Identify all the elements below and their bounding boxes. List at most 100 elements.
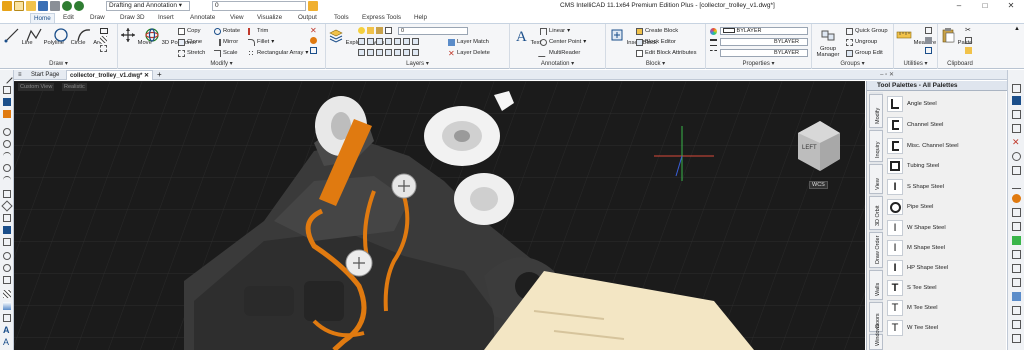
fillet-dropdown-icon[interactable]: ▾ — [271, 38, 274, 46]
donut-tool-icon[interactable] — [3, 140, 11, 148]
layer-off-icon[interactable] — [385, 38, 392, 45]
layer-unlock-icon[interactable] — [367, 49, 374, 56]
polygon-tool-icon[interactable] — [1, 200, 13, 212]
palette-item-misc-channel-steel[interactable]: Misc. Channel Steel — [887, 137, 959, 155]
rectangular-array-button[interactable]: Rectangular Array ▾ — [248, 49, 308, 57]
group-manager-button[interactable]: Group Manager — [814, 27, 842, 58]
properties-group-label[interactable]: Properties ▾ — [706, 61, 811, 68]
layer-unisolate-icon[interactable] — [376, 38, 383, 45]
palette-item-w-tee-steel[interactable]: T W Tee Steel — [887, 319, 938, 337]
polyline-tool-icon[interactable] — [3, 86, 11, 94]
layer-lock-tool-icon[interactable] — [358, 49, 365, 56]
text-button[interactable]: A Text — [513, 27, 541, 46]
block-tool-icon[interactable] — [3, 314, 11, 322]
extend-tool-icon[interactable] — [1012, 236, 1021, 245]
color-select[interactable]: BYLAYER — [720, 27, 808, 35]
center-point-button[interactable]: Center Point ▾ — [540, 38, 586, 46]
linetype-icon[interactable] — [710, 50, 717, 57]
view-name-label[interactable]: Custom View — [18, 83, 55, 91]
layer-freeze-tool-icon[interactable] — [403, 38, 410, 45]
palette-item-m-tee-steel[interactable]: T M Tee Steel — [887, 299, 938, 317]
layer-merge-icon[interactable] — [403, 49, 410, 56]
explode-icon[interactable] — [310, 37, 317, 44]
match-brush-icon[interactable] — [965, 47, 972, 54]
draw-tool-icon[interactable] — [3, 110, 11, 118]
new-icon[interactable] — [14, 1, 24, 11]
tab-start-page[interactable]: Start Page — [28, 70, 62, 80]
linear-dimension-button[interactable]: Linear ▾ — [540, 27, 570, 35]
insert-block-button[interactable]: Insert Block — [609, 27, 657, 46]
utilities-group-label[interactable]: Utilities ▾ — [894, 61, 937, 68]
palette-item-hp-shape-steel[interactable]: I HP Shape Steel — [887, 259, 948, 277]
create-block-button[interactable]: Create Block — [636, 27, 678, 35]
color-wheel-icon[interactable] — [710, 28, 717, 35]
wipeout-tool-icon[interactable] — [3, 238, 11, 246]
draw-group-label[interactable]: Draw ▾ — [0, 61, 117, 68]
polyline-button[interactable]: Polyline — [26, 27, 64, 46]
palette-item-pipe-steel[interactable]: Pipe Steel — [887, 198, 933, 216]
layer-on-icon[interactable] — [358, 27, 365, 34]
quick-group-button[interactable]: Quick Group — [846, 27, 888, 35]
drawing-viewport[interactable]: Custom View Realistic LEFT WCS — [14, 81, 865, 350]
palette-item-channel-steel[interactable]: Channel Steel — [887, 116, 943, 134]
linear-dropdown-icon[interactable]: ▾ — [567, 27, 570, 35]
offset-tool-icon[interactable] — [1012, 208, 1021, 217]
groups-group-label[interactable]: Groups ▾ — [812, 61, 893, 68]
cut-icon[interactable]: ✂ — [965, 27, 972, 34]
wcs-label[interactable]: WCS — [809, 181, 828, 189]
palette-item-s-tee-steel[interactable]: T S Tee Steel — [887, 279, 937, 297]
arc-tool-icon[interactable] — [3, 152, 11, 160]
3d-model-canvas[interactable] — [14, 81, 865, 350]
group-edit-button[interactable]: Group Edit — [846, 49, 883, 57]
mirror-button[interactable]: Mirror — [214, 38, 238, 46]
paste-button[interactable]: Paste — [940, 27, 972, 46]
3d-positioner-button[interactable]: 3D Positioner — [144, 27, 196, 46]
app-icon[interactable] — [2, 1, 12, 11]
fillet-button[interactable]: Fillet ▾ — [248, 38, 274, 46]
line-tool-icon[interactable] — [1, 72, 13, 84]
layer-quick-select[interactable]: 0 — [212, 1, 306, 11]
layer-select[interactable]: 0 — [398, 27, 468, 35]
erase-icon[interactable]: ✕ — [310, 27, 317, 35]
scale-tool-icon[interactable] — [1012, 166, 1021, 175]
tab-express-tools[interactable]: Express Tools — [362, 13, 401, 23]
rectangle-icon[interactable] — [100, 28, 108, 34]
layer-make-current-icon[interactable] — [376, 49, 383, 56]
array-dropdown-icon[interactable]: ▾ — [305, 49, 308, 57]
lengthen-tool-icon[interactable] — [1012, 320, 1021, 329]
explode-tool-icon[interactable] — [1012, 194, 1021, 203]
open-icon[interactable] — [26, 1, 36, 11]
copy-button[interactable]: Copy — [178, 27, 201, 35]
text-tool-icon[interactable]: A — [3, 326, 11, 335]
offset-icon[interactable] — [310, 47, 317, 54]
spline-tool-icon[interactable] — [3, 176, 11, 184]
ribbon-collapse-icon[interactable]: ▲ — [1014, 26, 1020, 32]
mtext-tool-icon[interactable]: A — [3, 338, 11, 347]
region-tool-icon[interactable] — [3, 226, 11, 234]
tab-annotate[interactable]: Annotate — [190, 13, 215, 23]
region-icon[interactable] — [100, 45, 107, 52]
align-tool-icon[interactable] — [1012, 292, 1021, 301]
copy-clip-icon[interactable] — [965, 37, 972, 44]
linetype-select[interactable]: BYLAYER — [720, 49, 808, 57]
clipboard-group-label[interactable]: Clipboard — [938, 61, 982, 68]
tab-insert[interactable]: Insert — [158, 13, 174, 23]
measure-button[interactable]: Measure — [896, 27, 936, 46]
tab-edit[interactable]: Edit — [63, 13, 74, 23]
layer-translate-icon[interactable] — [412, 49, 419, 56]
palette-title[interactable]: Tool Palettes - All Palettes — [867, 81, 1007, 91]
edit-polyline-icon[interactable] — [1012, 334, 1021, 343]
boundary-tool-icon[interactable] — [3, 214, 11, 222]
layer-thaw-icon[interactable] — [412, 38, 419, 45]
edit-block-attributes-button[interactable]: Edit Block Attributes — [636, 49, 697, 57]
print-icon[interactable] — [50, 1, 60, 11]
circle-tool-icon[interactable] — [3, 128, 11, 136]
tab-draw[interactable]: Draw — [90, 13, 105, 23]
tab-help[interactable]: Help — [414, 13, 427, 23]
tab-draw-3d[interactable]: Draw 3D — [120, 13, 145, 23]
tab-view[interactable]: View — [230, 13, 244, 23]
array-tool-icon[interactable] — [1012, 222, 1021, 231]
mirror-tool-icon[interactable] — [1012, 124, 1021, 133]
move-button[interactable]: Move — [120, 27, 152, 46]
stretch-button[interactable]: Stretch — [178, 49, 205, 57]
